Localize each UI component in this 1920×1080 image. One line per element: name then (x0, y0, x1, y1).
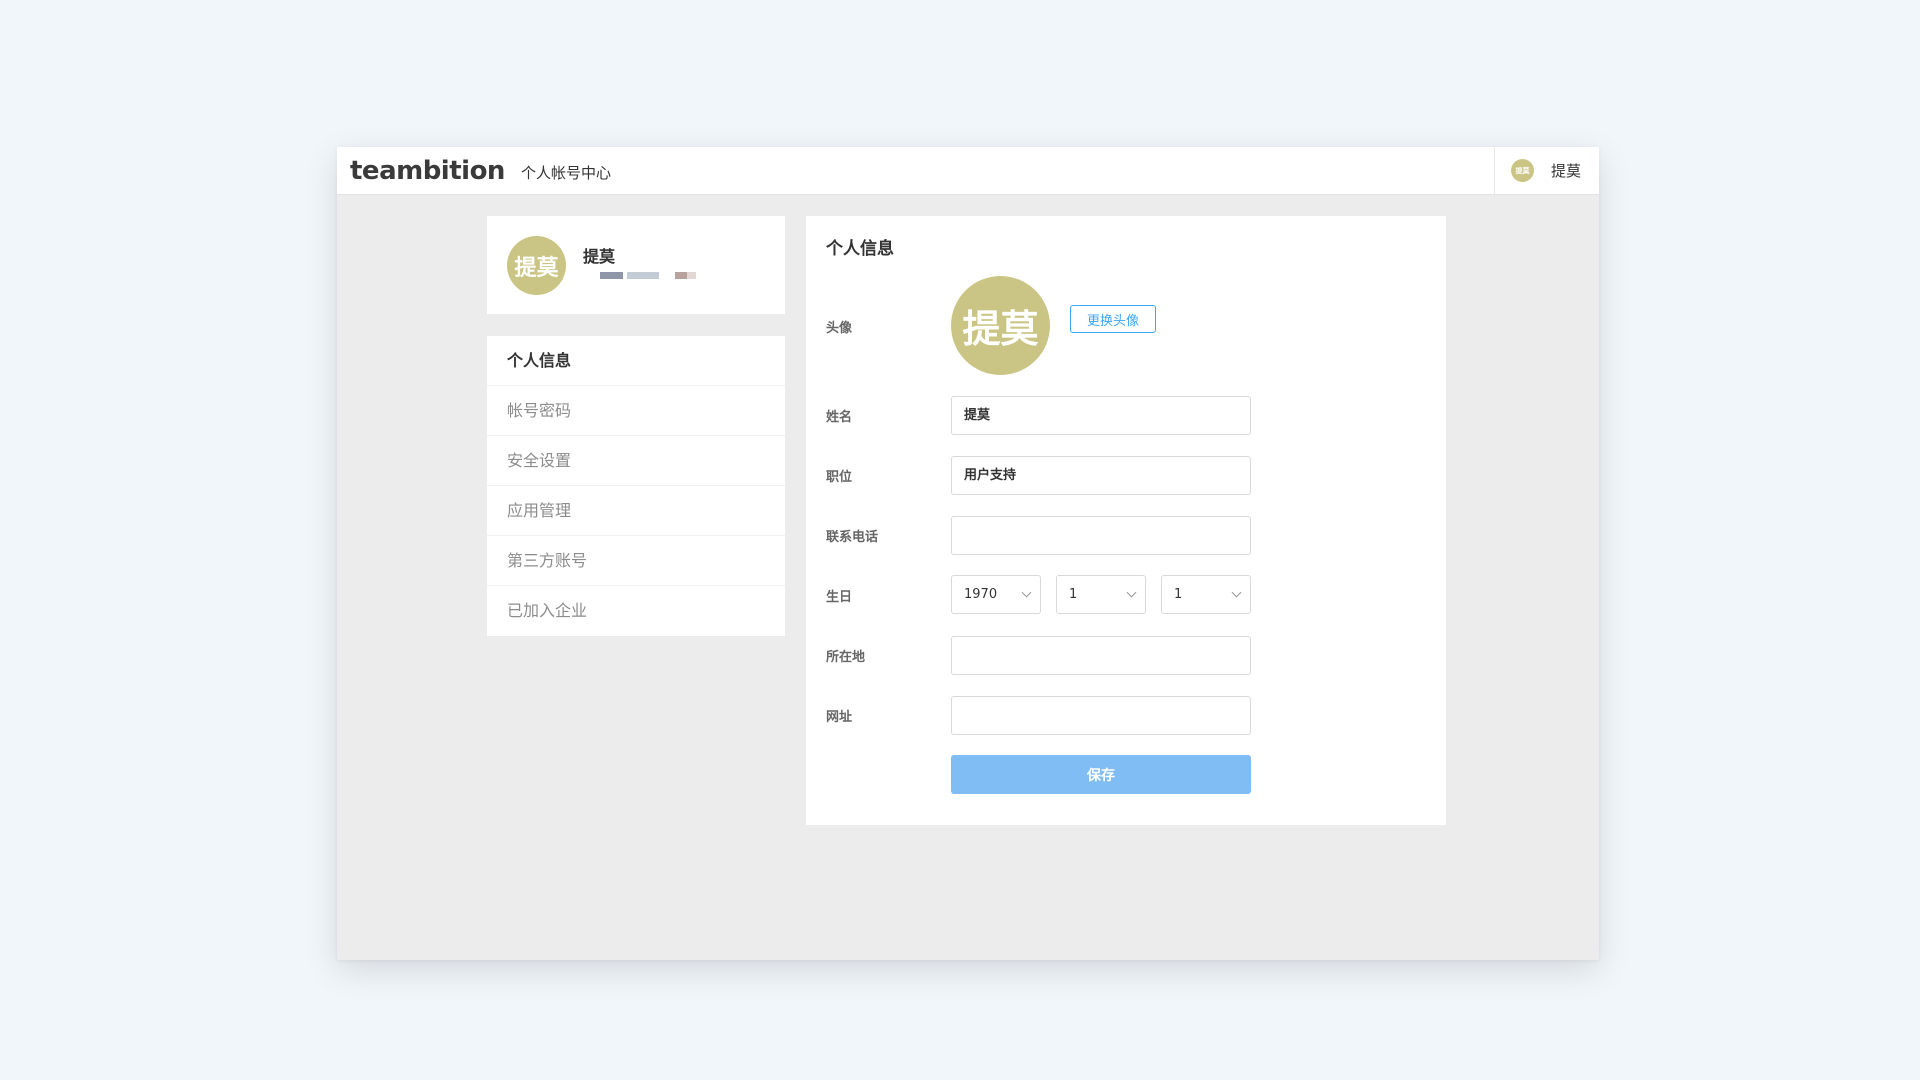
chevron-down-icon (1126, 587, 1137, 598)
sidebar-item-password[interactable]: 帐号密码 (487, 386, 785, 436)
sidebar-item-organizations[interactable]: 已加入企业 (487, 586, 785, 636)
birthday-month-value: 1 (1069, 587, 1078, 602)
position-label: 职位 (826, 470, 853, 485)
app-window: teambition 个人帐号中心 提莫 提莫 提莫 提莫 个人信息 帐号密码 … (337, 147, 1599, 960)
blurred-block (627, 272, 659, 279)
blurred-block (675, 272, 687, 279)
change-avatar-button[interactable]: 更换头像 (1070, 305, 1156, 333)
chevron-down-icon (1231, 587, 1242, 598)
phone-input[interactable] (951, 516, 1251, 555)
blurred-block (687, 272, 696, 279)
chevron-down-icon (1021, 587, 1032, 598)
sidebar-item-security[interactable]: 安全设置 (487, 436, 785, 486)
location-input[interactable] (951, 636, 1251, 675)
header-title: 个人帐号中心 (520, 164, 611, 182)
location-label: 所在地 (826, 650, 866, 665)
avatar-label: 头像 (826, 321, 853, 336)
profile-avatar: 提莫 (507, 236, 566, 295)
sidebar-item-third-party[interactable]: 第三方账号 (487, 536, 785, 586)
sidebar-item-apps[interactable]: 应用管理 (487, 486, 785, 536)
profile-sub-blurred (600, 272, 696, 279)
sidebar-item-profile[interactable]: 个人信息 (487, 336, 785, 386)
birthday-year-select[interactable]: 1970 (951, 575, 1041, 614)
name-label: 姓名 (826, 410, 853, 425)
header-avatar[interactable]: 提莫 (1511, 159, 1534, 182)
sidebar-menu: 个人信息 帐号密码 安全设置 应用管理 第三方账号 已加入企业 (487, 336, 785, 636)
profile-card: 提莫 提莫 (487, 216, 785, 314)
website-label: 网址 (826, 710, 853, 725)
name-input[interactable]: 提莫 (951, 396, 1251, 435)
birthday-day-value: 1 (1174, 587, 1183, 602)
birthday-month-select[interactable]: 1 (1056, 575, 1146, 614)
header-user-menu[interactable]: 提莫 提莫 (1494, 147, 1599, 194)
birthday-year-value: 1970 (964, 587, 998, 602)
position-input[interactable]: 用户支持 (951, 456, 1251, 495)
phone-label: 联系电话 (826, 530, 879, 545)
profile-form-panel: 个人信息 头像 提莫 更换头像 姓名 提莫 职位 用户支持 联系电话 生日 19… (806, 216, 1446, 825)
top-header: teambition 个人帐号中心 提莫 提莫 (337, 147, 1599, 195)
teambition-logo[interactable]: teambition (350, 156, 505, 186)
save-button[interactable]: 保存 (951, 755, 1251, 794)
profile-name: 提莫 (583, 247, 616, 266)
birthday-day-select[interactable]: 1 (1161, 575, 1251, 614)
panel-title: 个人信息 (826, 239, 894, 259)
birthday-label: 生日 (826, 590, 853, 605)
form-avatar: 提莫 (951, 276, 1050, 375)
website-input[interactable] (951, 696, 1251, 735)
header-username[interactable]: 提莫 (1551, 160, 1581, 181)
blurred-block (600, 272, 623, 279)
